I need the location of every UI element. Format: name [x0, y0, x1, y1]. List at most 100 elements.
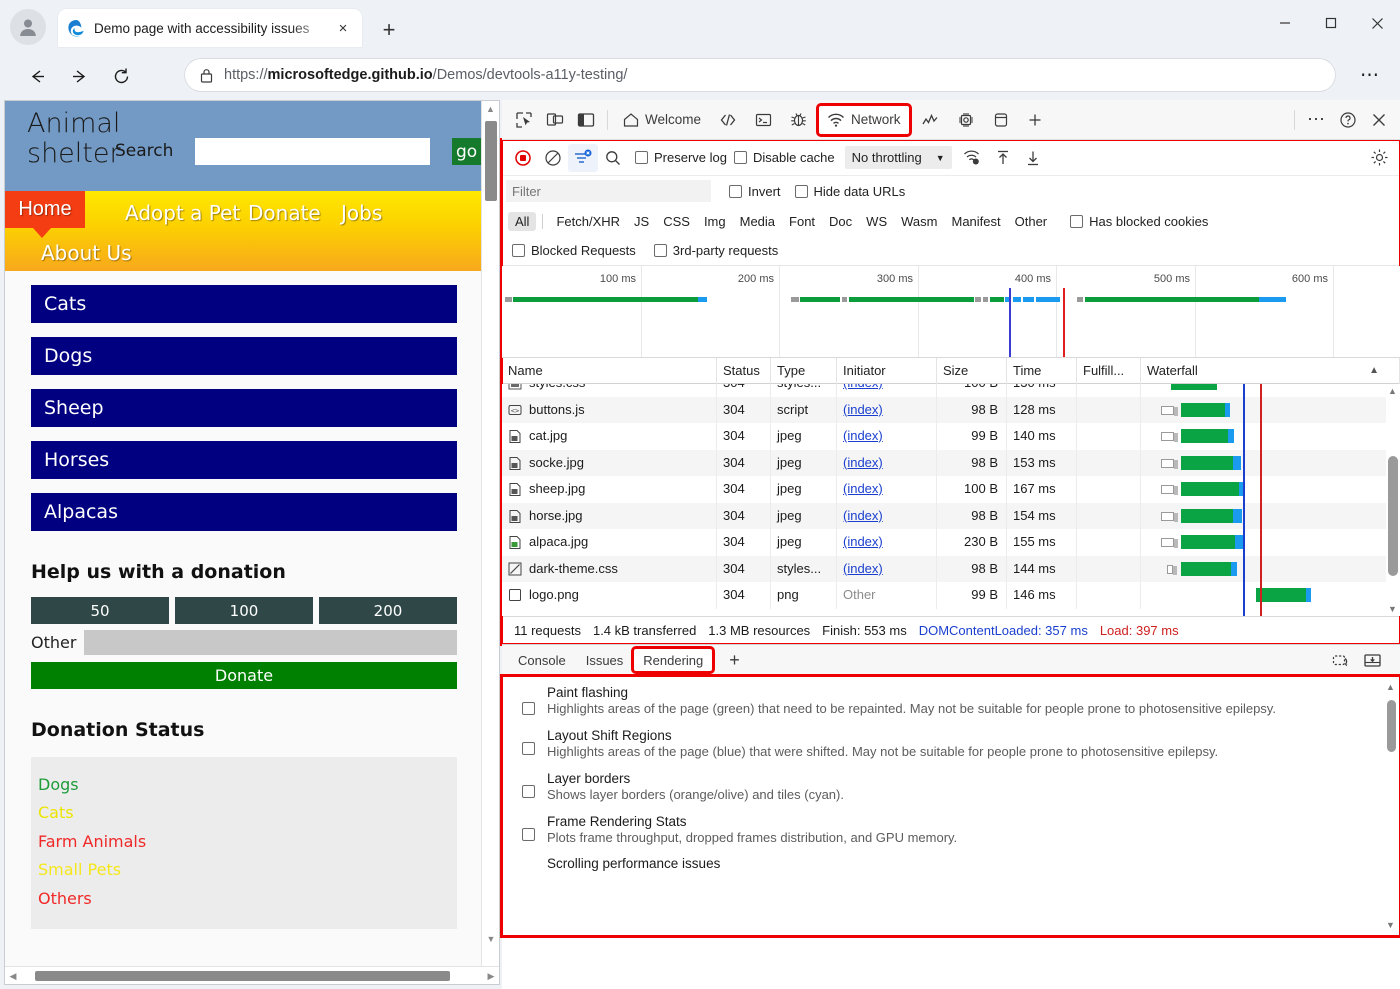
network-request-list[interactable]: styles.css 304 styles... (index) 100 B 1… [502, 384, 1400, 616]
reload-button[interactable] [104, 59, 138, 93]
table-row[interactable]: sheep.jpg 304 jpeg (index) 100 B 167 ms [502, 476, 1400, 503]
layer-borders-checkbox[interactable] [522, 785, 535, 798]
blocked-requests-checkbox[interactable]: Blocked Requests [512, 243, 636, 258]
export-har-icon[interactable] [1018, 144, 1048, 172]
throttling-dropdown[interactable]: No throttling ▼ [845, 146, 952, 169]
search-input[interactable] [195, 138, 430, 165]
nav-item-home[interactable]: Home [5, 191, 85, 228]
drawer-tab-console[interactable]: Console [508, 648, 576, 672]
table-row[interactable]: horse.jpg 304 jpeg (index) 98 B 154 ms [502, 503, 1400, 530]
address-bar[interactable]: https://microsoftedge.github.io/Demos/de… [184, 58, 1336, 92]
table-row[interactable]: styles.css 304 styles... (index) 100 B 1… [502, 384, 1400, 397]
column-header-time[interactable]: Time [1007, 358, 1077, 384]
screenshot-icon[interactable] [1326, 645, 1357, 675]
hide-data-urls-checkbox[interactable]: Hide data URLs [795, 184, 906, 199]
tab-elements[interactable] [710, 105, 746, 135]
tab-sources[interactable] [781, 105, 816, 135]
scroll-down-arrow-icon[interactable]: ▼ [482, 931, 500, 947]
scroll-right-arrow-icon[interactable]: ▶ [483, 967, 499, 985]
network-overview-timeline[interactable]: 100 ms 200 ms 300 ms 400 ms 500 ms 600 m… [502, 266, 1400, 358]
scroll-left-arrow-icon[interactable]: ◀ [5, 967, 21, 985]
type-filter-other[interactable]: Other [1008, 212, 1055, 231]
row-initiator[interactable]: (index) [837, 450, 937, 477]
rendering-option[interactable]: Layer borders Shows layer borders (orang… [502, 762, 1400, 805]
vertical-scroll-thumb[interactable] [485, 121, 497, 201]
dock-side-icon[interactable] [570, 105, 601, 135]
tab-memory[interactable] [948, 105, 984, 135]
drawer-tab-rendering[interactable]: Rendering [633, 648, 713, 672]
table-row[interactable]: cat.jpg 304 jpeg (index) 99 B 140 ms [502, 423, 1400, 450]
disable-cache-checkbox[interactable]: Disable cache [734, 150, 835, 165]
invert-box[interactable] [729, 185, 742, 198]
nav-item-adopt[interactable]: Adopt a Pet [125, 201, 240, 225]
column-header-type[interactable]: Type [771, 358, 837, 384]
page-horizontal-scrollbar[interactable]: ◀ ▶ [5, 966, 499, 984]
animal-link-cats[interactable]: Cats [31, 285, 457, 323]
type-filter-js[interactable]: JS [627, 212, 656, 231]
disable-cache-box[interactable] [734, 151, 747, 164]
filter-icon[interactable] [568, 144, 598, 172]
rendering-option[interactable]: Scrolling performance issues [502, 847, 1400, 886]
column-header-initiator[interactable]: Initiator [837, 358, 937, 384]
layout-shift-regions-checkbox[interactable] [522, 742, 535, 755]
row-name-cell[interactable]: horse.jpg [502, 503, 717, 530]
row-name-cell[interactable]: styles.css [502, 384, 717, 397]
table-row[interactable]: logo.png 304 png Other 99 B 146 ms [502, 582, 1400, 609]
tab-welcome[interactable]: Welcome [614, 105, 710, 135]
net-scroll-up-icon[interactable]: ▲ [1388, 386, 1397, 396]
horizontal-scroll-thumb[interactable] [35, 971, 450, 981]
capture-area-icon[interactable] [1357, 645, 1388, 675]
type-filter-css[interactable]: CSS [656, 212, 697, 231]
rendering-option[interactable]: Paint flashing Highlights areas of the p… [502, 676, 1400, 719]
drawer-add-tab-button[interactable]: + [719, 648, 750, 672]
network-filter-input[interactable] [506, 180, 711, 202]
blocked-requests-box[interactable] [512, 244, 525, 257]
device-emulation-icon[interactable] [539, 105, 570, 135]
other-amount-input[interactable] [84, 630, 457, 655]
tab-performance[interactable] [912, 105, 948, 135]
third-party-requests-box[interactable] [654, 244, 667, 257]
type-filter-ws[interactable]: WS [859, 212, 894, 231]
minimize-button[interactable] [1262, 0, 1308, 46]
row-initiator[interactable]: (index) [837, 503, 937, 530]
preserve-log-box[interactable] [635, 151, 648, 164]
type-filter-manifest[interactable]: Manifest [944, 212, 1007, 231]
drawer-scroll-thumb[interactable] [1387, 700, 1396, 752]
import-har-icon[interactable] [988, 144, 1018, 172]
drawer-tab-issues[interactable]: Issues [576, 648, 634, 672]
table-row[interactable]: <> buttons.js 304 script (index) 98 B 12… [502, 397, 1400, 424]
row-name-cell[interactable]: socke.jpg [502, 450, 717, 477]
network-list-scrollbar[interactable]: ▲ ▼ [1386, 384, 1400, 616]
row-initiator[interactable]: (index) [837, 556, 937, 583]
column-header-waterfall[interactable]: Waterfall ▲ [1141, 358, 1400, 384]
sort-ascending-icon[interactable]: ▲ [1369, 358, 1379, 384]
type-filter-doc[interactable]: Doc [822, 212, 859, 231]
profile-avatar-icon[interactable] [10, 9, 46, 45]
rendering-option[interactable]: Frame Rendering Stats Plots frame throug… [502, 805, 1400, 848]
table-row[interactable]: alpaca.jpg 304 jpeg (index) 230 B 155 ms [502, 529, 1400, 556]
donation-amount-50[interactable]: 50 [31, 597, 169, 624]
new-tab-button[interactable]: + [372, 17, 406, 43]
animal-link-dogs[interactable]: Dogs [31, 337, 457, 375]
rendering-panel[interactable]: Paint flashing Highlights areas of the p… [502, 676, 1400, 936]
table-row[interactable]: dark-theme.css 304 styles... (index) 98 … [502, 556, 1400, 583]
invert-checkbox[interactable]: Invert [729, 184, 781, 199]
more-tools-icon[interactable]: ⋯ [1301, 105, 1332, 135]
row-name-cell[interactable]: logo.png [502, 582, 717, 609]
has-blocked-cookies-box[interactable] [1070, 215, 1083, 228]
network-conditions-icon[interactable] [958, 144, 988, 172]
forward-button[interactable] [62, 59, 96, 93]
donation-amount-100[interactable]: 100 [175, 597, 313, 624]
row-initiator[interactable]: (index) [837, 529, 937, 556]
browser-tab[interactable]: Demo page with accessibility issues × [58, 9, 362, 47]
browser-settings-more-icon[interactable]: ⋯ [1354, 60, 1386, 90]
has-blocked-cookies-checkbox[interactable]: Has blocked cookies [1070, 214, 1208, 229]
drawer-scroll-down-icon[interactable]: ▼ [1386, 920, 1395, 930]
close-tab-icon[interactable]: × [332, 17, 354, 39]
row-name-cell[interactable]: dark-theme.css [502, 556, 717, 583]
nav-item-jobs[interactable]: Jobs [341, 201, 382, 225]
type-filter-all[interactable]: All [508, 212, 536, 231]
row-initiator[interactable]: (index) [837, 476, 937, 503]
tab-console[interactable] [746, 105, 781, 135]
clear-icon[interactable] [538, 144, 568, 172]
